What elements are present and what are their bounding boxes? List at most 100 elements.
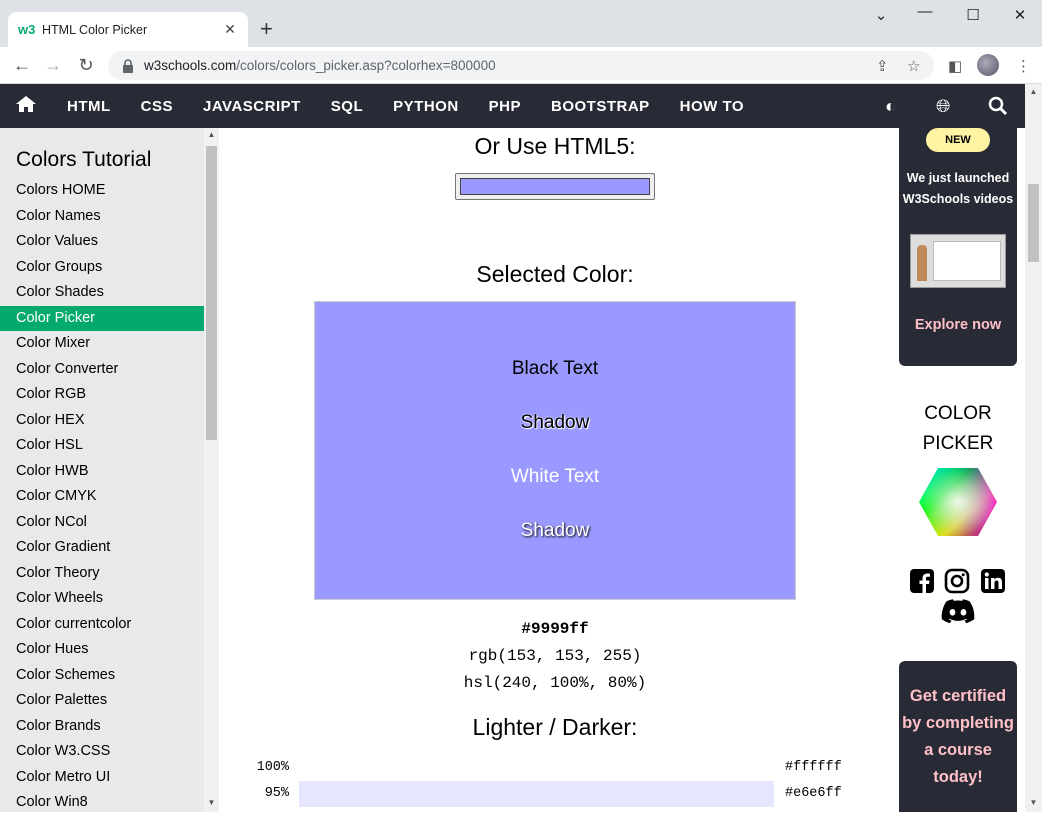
sidebar-item[interactable]: Color currentcolor <box>0 612 204 638</box>
shade-percent: 95% <box>264 786 289 801</box>
sidebar: Colors Tutorial Colors HOME Color Names Co… <box>0 128 204 812</box>
sidebar-item[interactable]: Color Palettes <box>0 688 204 714</box>
minimize-button[interactable]: — <box>915 3 935 20</box>
theme-toggle-icon[interactable]: ◐ <box>885 96 896 117</box>
shade-row[interactable]: 100% #ffffff <box>249 755 849 781</box>
back-button[interactable]: ← <box>11 55 33 75</box>
color-input-swatch <box>460 178 650 195</box>
bookmark-star-icon[interactable]: ☆ <box>907 57 920 75</box>
html5-heading: Or Use HTML5: <box>474 133 636 159</box>
share-icon[interactable]: ⇪ <box>876 57 889 75</box>
topnav-item[interactable]: CSS <box>126 98 188 115</box>
topnav-item[interactable]: BOOTSTRAP <box>536 98 665 115</box>
reload-button[interactable]: ↻ <box>75 55 97 75</box>
url-field[interactable]: w3schools.com /colors/colors_picker.asp?… <box>108 51 934 80</box>
cert-line-4: today! <box>933 768 983 786</box>
page-scrollbar[interactable]: ▲ ▼ <box>1025 84 1042 812</box>
topnav-item[interactable]: PYTHON <box>378 98 474 115</box>
sidebar-item[interactable]: Color Wheels <box>0 586 204 612</box>
color-hexagon-icon[interactable] <box>918 467 998 542</box>
tab-search-chevron-icon[interactable]: ⌄ <box>871 6 891 24</box>
sidebar-item[interactable]: Color RGB <box>0 382 204 408</box>
white-shadow-sample: Shadow <box>520 520 590 541</box>
page-scroll-down-icon[interactable]: ▼ <box>1025 798 1042 807</box>
selected-color-preview: Black Text Shadow White Text Shadow <box>314 301 796 600</box>
sidebar-item[interactable]: Color Theory <box>0 561 204 587</box>
address-bar-row: ← → ↻ w3schools.com /colors/colors_picke… <box>0 47 1042 84</box>
sidebar-item[interactable]: Color Schemes <box>0 663 204 689</box>
cert-line-3: a course <box>924 741 992 759</box>
scroll-up-arrow-icon[interactable]: ▲ <box>204 130 219 139</box>
get-certified-card[interactable]: Get certified by completing a course tod… <box>899 661 1017 812</box>
sidebar-scrollbar[interactable]: ▲ ▼ <box>204 128 219 812</box>
topnav-item[interactable]: JAVASCRIPT <box>188 98 316 115</box>
explore-now-link[interactable]: Explore now <box>899 317 1017 333</box>
scroll-down-arrow-icon[interactable]: ▼ <box>204 798 219 807</box>
sidebar-item[interactable]: Color W3.CSS <box>0 739 204 765</box>
white-text-sample: White Text <box>510 466 600 487</box>
main-content: Or Use HTML5: Selected Color: Black Text… <box>219 128 891 812</box>
browser-tab[interactable]: w3 HTML Color Picker ✕ <box>8 12 248 47</box>
html5-color-input[interactable] <box>455 173 655 200</box>
linkedin-icon[interactable] <box>980 568 1006 601</box>
shade-swatch[interactable] <box>299 781 774 807</box>
sidebar-scroll-thumb[interactable] <box>206 146 217 440</box>
color-picker-title-line-1: COLOR <box>924 403 992 424</box>
new-tab-button[interactable]: + <box>260 18 273 40</box>
sidebar-item[interactable]: Color Values <box>0 229 204 255</box>
shade-swatch[interactable] <box>299 755 774 781</box>
page-scroll-up-icon[interactable]: ▲ <box>1025 87 1042 96</box>
sidebar-item[interactable]: Color Groups <box>0 255 204 281</box>
cert-line-2: by completing <box>902 714 1014 732</box>
topnav-item[interactable]: HOW TO <box>665 98 759 115</box>
topnav-item[interactable]: PHP <box>474 98 536 115</box>
page-scroll-thumb[interactable] <box>1028 184 1039 262</box>
sidebar-item[interactable]: Color HEX <box>0 408 204 434</box>
top-navigation: HTML CSS JAVASCRIPT SQL PYTHON PHP BOOTSTRAP HO… <box>0 84 1025 128</box>
url-path: /colors/colors_picker.asp?colorhex=80000… <box>236 58 496 73</box>
lock-icon <box>122 58 134 73</box>
browser-menu-icon[interactable]: ⋮ <box>1016 57 1031 75</box>
new-badge: NEW <box>926 128 990 152</box>
shade-percent: 100% <box>256 760 289 775</box>
sidebar-item[interactable]: Color Shades <box>0 280 204 306</box>
lighter-darker-heading: Lighter / Darker: <box>472 714 638 740</box>
forward-button[interactable]: → <box>42 55 64 75</box>
right-column: NEW We just launched W3Schools videos Ex… <box>891 128 1025 812</box>
close-window-button[interactable]: ✕ <box>1010 6 1030 24</box>
sidebar-item[interactable]: Color Mixer <box>0 331 204 357</box>
selected-color-heading: Selected Color: <box>476 261 634 287</box>
color-picker-title-line-2: PICKER <box>922 433 994 454</box>
rgb-value: rgb(153, 153, 255) <box>468 647 642 665</box>
facebook-icon[interactable] <box>909 568 935 601</box>
sidebar-item[interactable]: Color Metro UI <box>0 765 204 791</box>
side-panel-icon[interactable]: ◧ <box>948 57 962 75</box>
sidebar-item[interactable]: Color CMYK <box>0 484 204 510</box>
instagram-icon[interactable] <box>944 568 970 601</box>
sidebar-item[interactable]: Color Hues <box>0 637 204 663</box>
sidebar-item[interactable]: Color Gradient <box>0 535 204 561</box>
maximize-button[interactable]: ☐ <box>963 6 983 24</box>
sidebar-item[interactable]: Color Names <box>0 204 204 230</box>
shade-hex: #ffffff <box>785 760 842 775</box>
sidebar-item[interactable]: Color HWB <box>0 459 204 485</box>
sidebar-item[interactable]: Color Brands <box>0 714 204 740</box>
search-icon[interactable] <box>988 96 1008 121</box>
sidebar-item[interactable]: Color Picker <box>0 305 204 331</box>
globe-icon[interactable]: 🌐︎ <box>936 96 950 117</box>
sidebar-item[interactable]: Colors HOME <box>0 178 204 204</box>
promo-line-2: W3Schools videos <box>902 192 1014 206</box>
profile-avatar[interactable] <box>977 54 999 76</box>
sidebar-item[interactable]: Color NCol <box>0 510 204 536</box>
sidebar-item[interactable]: Color Converter <box>0 357 204 383</box>
topnav-item[interactable]: SQL <box>316 98 378 115</box>
topnav-item[interactable]: HTML <box>52 98 126 115</box>
discord-icon[interactable] <box>941 598 975 633</box>
sidebar-item[interactable]: Color HSL <box>0 433 204 459</box>
tab-close-icon[interactable]: ✕ <box>222 21 238 38</box>
home-icon[interactable] <box>0 95 52 118</box>
shade-row[interactable]: 95% #e6e6ff <box>249 781 849 807</box>
black-text-sample: Black Text <box>511 358 599 379</box>
black-shadow-sample: Shadow <box>520 412 590 433</box>
videos-promo-card[interactable]: NEW We just launched W3Schools videos Ex… <box>899 128 1017 366</box>
